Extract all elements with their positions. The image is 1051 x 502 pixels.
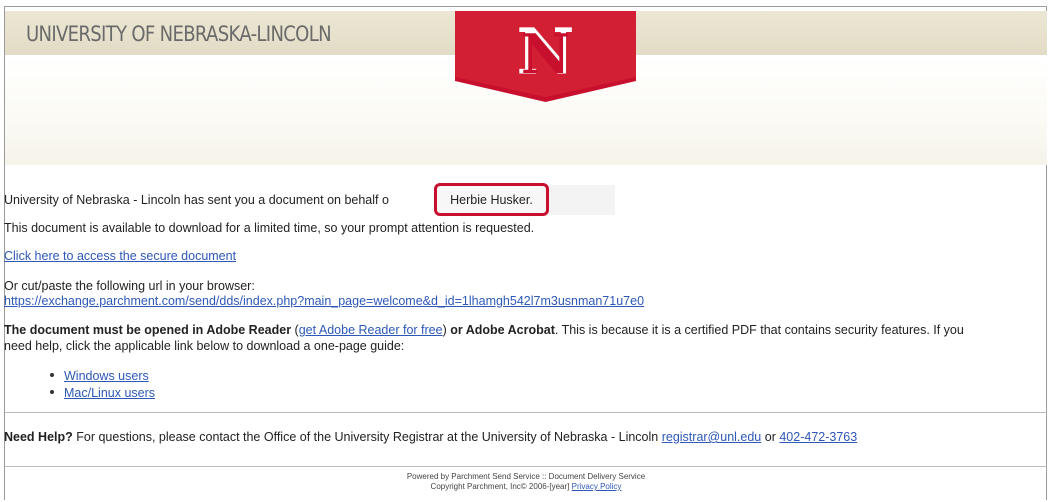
access-document-link[interactable]: Click here to access the secure document bbox=[4, 249, 236, 263]
mac-linux-users-link[interactable]: Mac/Linux users bbox=[64, 386, 155, 400]
need-help-line: Need Help? For questions, please contact… bbox=[4, 430, 858, 444]
reader-instructions: The document must be opened in Adobe Rea… bbox=[4, 323, 964, 337]
get-adobe-reader-link[interactable]: get Adobe Reader for free bbox=[299, 323, 443, 337]
document-url-link[interactable]: https://exchange.parchment.com/send/dds/… bbox=[4, 294, 644, 308]
powered-by-text: Powered by Parchment Send Service :: Doc… bbox=[406, 472, 646, 481]
bullet-icon bbox=[50, 389, 54, 394]
university-logo-banner: N N bbox=[455, 11, 636, 102]
bullet-icon bbox=[50, 372, 54, 377]
university-name: UNIVERSITY OF NEBRASKA-LINCOLN bbox=[26, 22, 332, 46]
access-document-wrapper: Click here to access the secure document bbox=[4, 249, 236, 263]
registrar-phone-link[interactable]: 402-472-3763 bbox=[779, 430, 857, 444]
document-url-wrapper: https://exchange.parchment.com/send/dds/… bbox=[4, 294, 644, 308]
availability-text: This document is available to download f… bbox=[4, 221, 535, 235]
registrar-email-link[interactable]: registrar@unl.edu bbox=[662, 430, 762, 444]
footer-divider bbox=[5, 466, 1047, 467]
sender-name: Herbie Husker. bbox=[450, 192, 533, 207]
divider bbox=[5, 412, 1047, 413]
privacy-policy-link[interactable]: Privacy Policy bbox=[572, 482, 622, 491]
guide-item-mac: Mac/Linux users bbox=[50, 386, 155, 400]
guide-item-windows: Windows users bbox=[50, 369, 149, 383]
sent-notice: University of Nebraska - Lincoln has sen… bbox=[4, 193, 389, 207]
guide-instructions: need help, click the applicable link bel… bbox=[4, 339, 405, 353]
logo-letter-inner: N bbox=[521, 22, 570, 86]
url-intro: Or cut/paste the following url in your b… bbox=[4, 279, 255, 293]
sender-name-highlight: Herbie Husker. bbox=[434, 183, 549, 216]
sender-background bbox=[549, 185, 615, 215]
windows-users-link[interactable]: Windows users bbox=[64, 369, 149, 383]
copyright-line: Copyright Parchment, Inc© 2006-[year] Pr… bbox=[430, 482, 622, 491]
footer: Powered by Parchment Send Service :: Doc… bbox=[5, 472, 1047, 492]
